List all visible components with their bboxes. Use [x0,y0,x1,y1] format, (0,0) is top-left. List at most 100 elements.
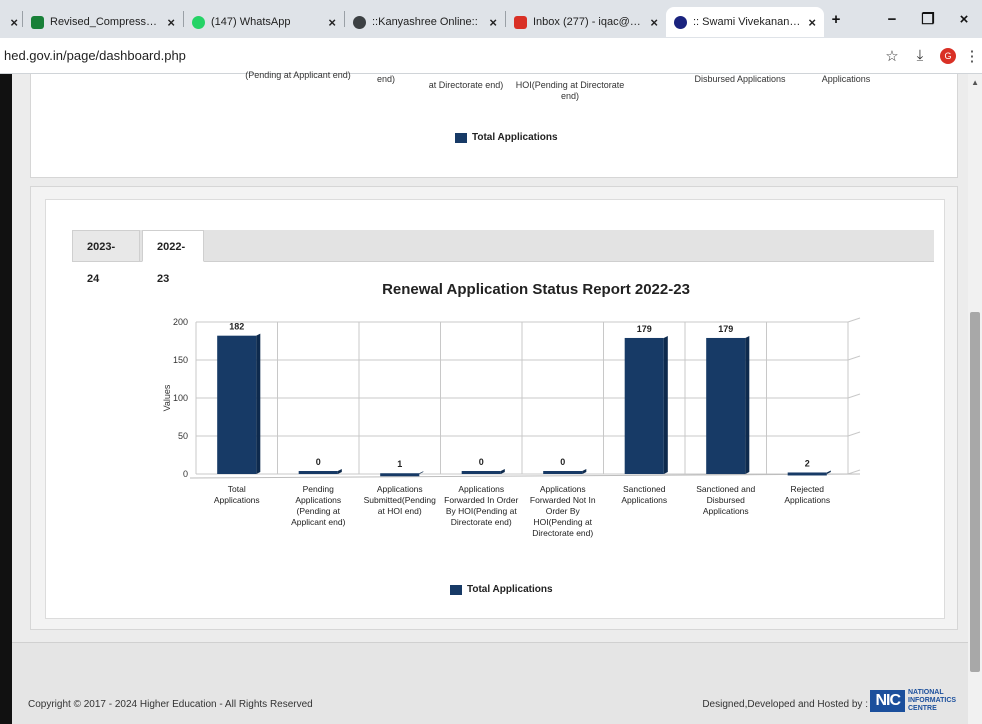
bar-side [826,470,831,474]
bar [706,337,746,474]
page-content: (Pending at Applicant end) end) at Direc… [0,70,982,724]
globe-icon [353,15,366,29]
bar-side [745,335,750,474]
bar-side [337,469,342,474]
gridline [847,355,861,361]
y-axis-label: Values [162,384,172,411]
scroll-up-arrow-icon[interactable]: ▲ [971,78,979,87]
bar-side [500,469,505,474]
bar-side [582,469,587,474]
bar [543,471,583,474]
bar-value-label: 182 [229,322,244,332]
scrollbar-thumb[interactable] [970,312,980,672]
new-tab-button[interactable]: + [824,11,848,28]
bar [787,472,827,476]
y-tick-label: 50 [178,431,188,441]
bar-side [663,335,668,474]
x-category-label-line: Applications [214,495,260,505]
gmail-icon [514,15,527,29]
chart-floor [189,473,861,479]
page-footer: Copyright © 2017 - 2024 Higher Education… [12,642,968,724]
gridline [847,317,861,323]
tab-2023-24[interactable]: 2023-24 [72,230,140,285]
x-category-label-line: Order By [546,506,581,516]
x-category-label-line: Applications [458,484,504,494]
tab-2022-23[interactable]: 2022-23 [142,230,204,285]
site-logo-icon [674,15,687,29]
x-category-label: Total Applications [214,484,260,505]
x-category-label: Applications Submitted(Pending at HOI end) [364,484,437,516]
chart-legend[interactable]: Total Applications [455,132,558,143]
x-category-label-line: Applications [784,495,830,505]
cut-category-label: HOI(Pending at Directorate end) [515,80,625,101]
menu-icon[interactable]: ⋮ [962,47,982,65]
previous-tab-close-button[interactable]: × [0,7,22,37]
x-category-label-line: Applications [295,495,341,505]
browser-tab-whatsapp[interactable]: (147) WhatsApp × [184,7,344,37]
x-category-label-line: Forwarded Not In [530,495,596,505]
renewal-status-panel: 2023-24 2022-23 Renewal Application Stat… [30,186,958,630]
minimize-icon[interactable]: − [874,11,910,28]
bar-value-label: 179 [637,324,652,334]
chart-legend[interactable]: Total Applications [450,584,553,595]
renewal-bar-chart: Renewal Application Status Report 2022-2… [162,281,861,538]
bar-value-label: 2 [805,458,810,468]
bar-value-label: 0 [560,457,565,467]
download-icon[interactable]: ⤓ [906,47,934,64]
x-category-label-line: HOI(Pending at [533,517,592,527]
cut-category-label: Disbursed Applications [694,74,786,84]
bookmark-star-icon[interactable]: ☆ [878,47,906,65]
x-category-label: Applications Forwarded Not In Order By HOI(… [530,484,596,538]
browser-tab-gmail[interactable]: Inbox (277) - iqac@ggdckesl × [506,7,666,37]
y-tick-label: 200 [173,317,188,327]
y-tick-label: 0 [183,469,188,479]
x-category-label-line: By HOI(Pending at [446,506,518,516]
restore-icon[interactable]: ❐ [910,10,946,28]
tab-close-icon[interactable]: × [483,15,497,30]
sheets-icon [31,15,44,29]
nic-logo[interactable]: NIC NATIONAL INFORMATICS CENTRE [870,689,960,713]
x-category-label-line: Pending [303,484,334,494]
designed-by-text: Designed,Developed and Hosted by : [702,699,868,710]
year-tab-strip: 2023-24 2022-23 [72,230,934,285]
bar-side [256,333,261,474]
profile-avatar[interactable]: G [940,47,956,64]
browser-tab-bar: × Revised_Compressed_Affiliat × (147) Wh… [0,0,982,38]
whatsapp-icon [192,15,205,29]
bar [461,471,501,474]
x-category-label-line: Forwarded In Order [444,495,518,505]
x-category-label-line: Sanctioned and [696,484,755,494]
x-category-label: Sanctioned and Disbursed Applications [696,484,755,516]
chart-title: Renewal Application Status Report 2022-2… [382,281,690,298]
x-category-label-line: Submitted(Pending [364,495,437,505]
x-category-label-line: at HOI end) [378,506,422,516]
x-category-label: Sanctioned Applications [621,484,667,505]
x-category-label-line: Sanctioned [623,484,666,494]
x-category-label-line: Applications [540,484,586,494]
close-window-icon[interactable]: × [946,11,982,28]
tab-close-icon[interactable]: × [161,15,175,30]
x-category-label-line: Applications [703,506,749,516]
browser-tab-svmcm[interactable]: :: Swami Vivekananda Merit × [666,7,824,37]
bar-value-label: 0 [316,457,321,467]
x-category-label-line: Disbursed [707,495,746,505]
x-category-label: Pending Applications (Pending at Applicant … [291,484,346,527]
browser-tab-kanyashree[interactable]: ::Kanyashree Online:: × [345,7,505,37]
vertical-scrollbar[interactable]: ▲ [968,74,982,724]
gridline [847,469,861,475]
cut-category-label: at Directorate end) [428,80,504,90]
bar [380,473,420,477]
tab-close-icon[interactable]: × [644,15,658,30]
tab-close-icon[interactable]: × [802,15,816,30]
bar [217,335,257,474]
copyright-text: Copyright © 2017 - 2024 Higher Education… [28,699,313,710]
x-category-label: Applications Forwarded In Order By HOI(Pen… [444,484,518,527]
x-category-label-line: Directorate end) [451,517,512,527]
gridline [847,431,861,437]
address-bar: hed.gov.in/page/dashboard.php ☆ ⤓ G ⋮ [0,38,982,74]
x-category-label-line: Applicant end) [291,517,346,527]
bar [298,471,338,474]
browser-tab-affiliation[interactable]: Revised_Compressed_Affiliat × [23,7,183,37]
url-field[interactable]: hed.gov.in/page/dashboard.php [0,48,878,63]
tab-close-icon[interactable]: × [322,15,336,30]
